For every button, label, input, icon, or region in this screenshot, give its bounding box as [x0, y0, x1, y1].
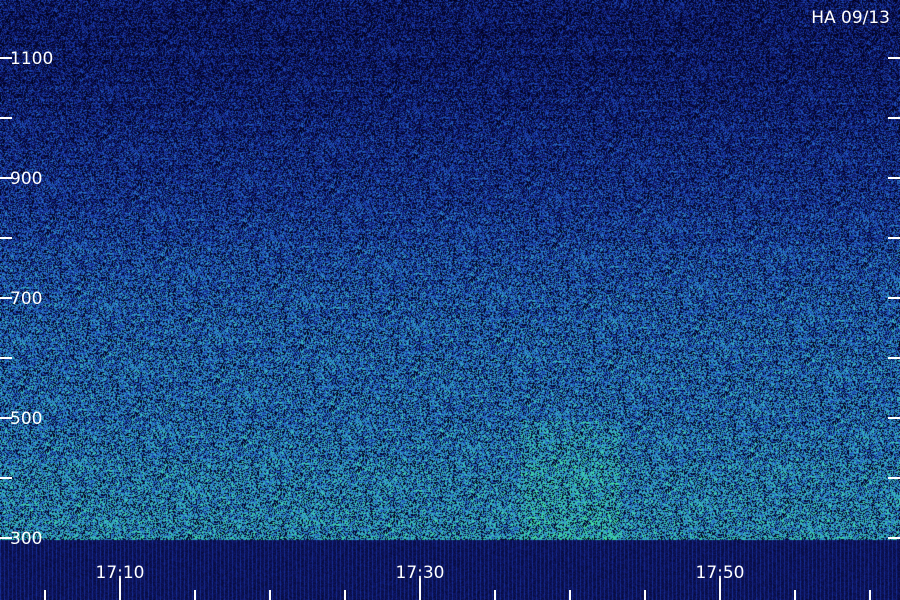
y-tick-label-700: 700 [10, 289, 42, 309]
chart-title: HA 09/13 [811, 8, 890, 28]
chart-overlay: HA 09/13 1100 900 700 500 300 17:10 17:30 17:5… [0, 8, 900, 600]
y-tick-label-900: 900 [10, 169, 42, 189]
y-tick-label-500: 500 [10, 409, 42, 429]
y-tick-label-300: 300 [10, 529, 42, 549]
x-tick-label-17:50: 17:50 [696, 563, 745, 583]
y-tick-label-1100: 1100 [10, 49, 53, 69]
x-axis: 17:10 17:30 17:50 [44, 563, 871, 600]
x-tick-label-17:10: 17:10 [96, 563, 145, 583]
y-axis: 1100 900 700 500 300 [0, 49, 900, 549]
x-tick-label-17:30: 17:30 [396, 563, 445, 583]
